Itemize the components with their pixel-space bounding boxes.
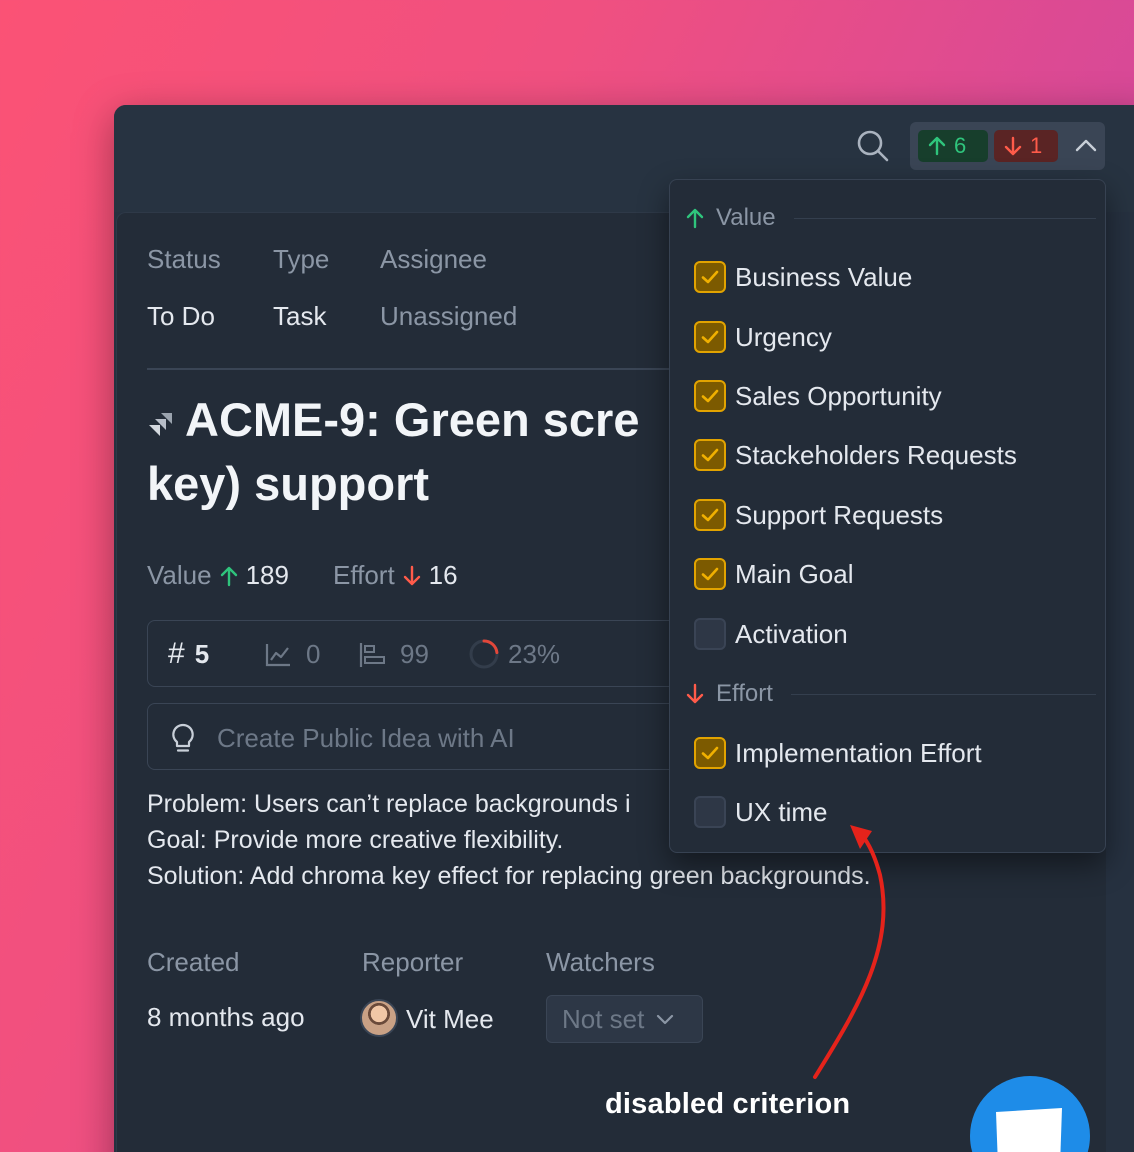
effort-group-header: Effort [686, 680, 1096, 708]
reporter-name[interactable]: Vit Mee [406, 1004, 494, 1035]
effort-score-number: 16 [428, 560, 458, 590]
arrow-up-icon [686, 208, 704, 229]
arrow-down-icon [403, 565, 420, 585]
criterion-label: Activation [735, 618, 848, 649]
arrow-down-icon [686, 683, 704, 704]
criterion-label: Urgency [735, 321, 832, 352]
progress-metric[interactable]: 23% [468, 638, 560, 670]
value-score-label: Value [147, 560, 212, 590]
criterion-main-goal[interactable]: Main Goal [694, 558, 854, 590]
criterion-urgency[interactable]: Urgency [694, 321, 832, 353]
effort-group-title: Effort [716, 680, 773, 707]
created-label: Created [147, 947, 240, 977]
effort-count-text: 1 [1030, 133, 1043, 158]
create-idea-button[interactable]: Create Public Idea with AI [147, 703, 707, 770]
score-value: 99 [400, 639, 429, 669]
checkbox-checked[interactable] [694, 737, 726, 769]
annotation-label: disabled criterion [605, 1088, 851, 1120]
effort-criteria-count: 1 [994, 130, 1058, 162]
value-group-header: Value [686, 204, 1096, 232]
create-idea-label: Create Public Idea with AI [217, 723, 515, 753]
arrow-up-icon [928, 136, 946, 156]
avatar [360, 999, 398, 1037]
checkbox-unchecked[interactable] [694, 796, 726, 828]
arrow-up-icon [220, 566, 237, 586]
trend-metric[interactable]: 0 [264, 639, 320, 670]
value-score: Value 189 [147, 560, 289, 591]
checkbox-unchecked[interactable] [694, 618, 726, 650]
issue-title-line2: key) support [147, 457, 430, 510]
watchers-label: Watchers [546, 947, 655, 977]
criterion-label: Support Requests [735, 499, 944, 530]
criteria-toggle[interactable]: 6 1 [910, 122, 1105, 170]
criterion-label: Stackeholders Requests [735, 439, 1017, 470]
reporter-label: Reporter [362, 947, 464, 977]
lightbulb-icon [172, 723, 194, 752]
bar-align-icon [359, 642, 385, 667]
criterion-label: Sales Opportunity [735, 380, 942, 411]
criterion-implementation-effort[interactable]: Implementation Effort [694, 737, 982, 769]
checkbox-checked[interactable] [694, 439, 726, 471]
metrics-bar: # 5 0 99 23% [147, 620, 707, 687]
effort-score-label: Effort [333, 560, 395, 590]
line-chart-icon [265, 643, 290, 666]
criterion-sales-opportunity[interactable]: Sales Opportunity [694, 380, 942, 412]
criterion-label: Implementation Effort [735, 737, 982, 768]
trend-value: 0 [306, 639, 321, 669]
check-icon [701, 508, 719, 522]
type-label: Type [273, 244, 330, 274]
assignee-value[interactable]: Unassigned [380, 301, 517, 332]
checkbox-checked[interactable] [694, 261, 726, 293]
value-count-text: 6 [954, 133, 967, 158]
created-value: 8 months ago [147, 1002, 305, 1032]
status-label: Status [147, 244, 221, 274]
arrow-down-icon [1004, 136, 1022, 156]
annotation-arrow [813, 825, 886, 1079]
check-icon [701, 330, 719, 344]
value-group-title: Value [716, 204, 776, 231]
effort-score: Effort 16 [333, 560, 458, 591]
hash-icon: # [168, 637, 185, 670]
divider [147, 368, 707, 370]
chat-icon [996, 1108, 1062, 1152]
score-metric[interactable]: 99 [358, 639, 429, 670]
check-icon [701, 270, 719, 284]
criteria-dropdown: Value Business Value Urgency Sales Oppor… [669, 179, 1106, 853]
watchers-select[interactable]: Not set [546, 995, 703, 1043]
chevron-down-icon [657, 1014, 674, 1025]
status-value[interactable]: To Do [147, 301, 215, 332]
rank-value: 5 [194, 638, 210, 669]
checkbox-checked[interactable] [694, 558, 726, 590]
checkbox-checked[interactable] [694, 321, 726, 353]
search-icon [857, 130, 889, 162]
check-icon [701, 567, 719, 581]
criterion-label: Business Value [735, 261, 913, 292]
issue-title-line1: ACME-9: Green scre [185, 393, 640, 446]
rank-metric[interactable]: # 5 [168, 637, 209, 671]
checkbox-checked[interactable] [694, 380, 726, 412]
progress-value: 23% [508, 638, 561, 669]
criterion-label: Main Goal [735, 558, 854, 589]
type-value[interactable]: Task [273, 301, 326, 332]
divider [793, 217, 1096, 219]
description-line: Solution: Add chroma key effect for repl… [147, 862, 871, 890]
chevron-up-icon [1075, 139, 1097, 152]
criterion-support-requests[interactable]: Support Requests [694, 499, 943, 531]
value-criteria-count: 6 [918, 130, 988, 162]
jira-icon [149, 413, 172, 436]
value-score-number: 189 [245, 560, 289, 590]
progress-ring-icon [469, 639, 499, 669]
watchers-value: Not set [562, 1003, 645, 1034]
criterion-stakeholders-requests[interactable]: Stackeholders Requests [694, 439, 1017, 471]
criterion-business-value[interactable]: Business Value [694, 261, 912, 293]
checkbox-checked[interactable] [694, 499, 726, 531]
search-button[interactable] [855, 128, 891, 164]
check-icon [701, 746, 719, 760]
criterion-activation[interactable]: Activation [694, 618, 848, 650]
check-icon [701, 448, 719, 462]
check-icon [701, 389, 719, 403]
divider [790, 693, 1096, 695]
assignee-label: Assignee [380, 244, 487, 274]
